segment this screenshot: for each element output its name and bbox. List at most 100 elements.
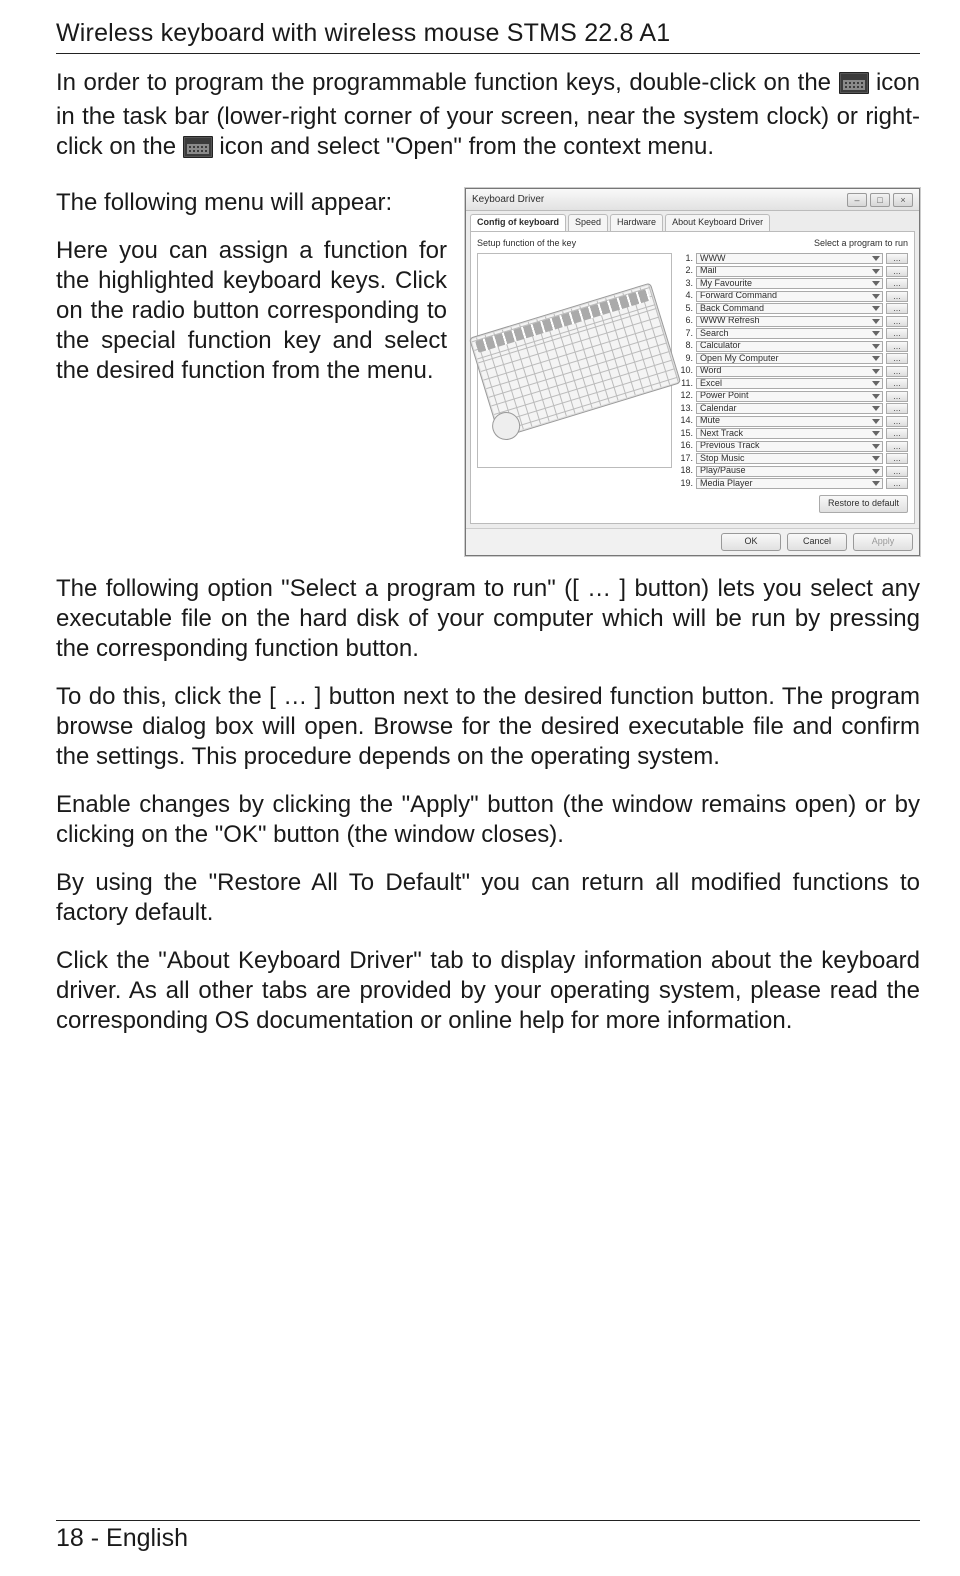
browse-button[interactable]: … — [886, 291, 908, 302]
intro-text-a: In order to program the programmable fun… — [56, 69, 839, 96]
tab-about[interactable]: About Keyboard Driver — [665, 214, 770, 230]
browse-button[interactable]: … — [886, 278, 908, 289]
function-row: 12.Power Point… — [678, 390, 908, 402]
function-row: 15.Next Track… — [678, 428, 908, 440]
browse-button[interactable]: … — [886, 366, 908, 377]
function-select[interactable]: Power Point — [696, 391, 883, 402]
function-select[interactable]: My Favourite — [696, 278, 883, 289]
tab-speed[interactable]: Speed — [568, 214, 608, 230]
function-number: 15. — [678, 428, 693, 439]
function-row: 1.WWW… — [678, 253, 908, 265]
function-number: 4. — [678, 290, 693, 301]
function-select[interactable]: Mute — [696, 416, 883, 427]
browse-button[interactable]: … — [886, 378, 908, 389]
apply-button[interactable]: Apply — [853, 533, 913, 551]
function-select[interactable]: Media Player — [696, 478, 883, 489]
function-number: 12. — [678, 390, 693, 401]
keyboard-illustration — [477, 253, 672, 468]
function-select[interactable]: Word — [696, 366, 883, 377]
browse-button[interactable]: … — [886, 303, 908, 314]
function-row: 19.Media Player… — [678, 478, 908, 490]
intro-text-c: icon and select "Open" from the context … — [219, 133, 714, 160]
browse-button[interactable]: … — [886, 341, 908, 352]
function-select[interactable]: Stop Music — [696, 453, 883, 464]
tab-hardware[interactable]: Hardware — [610, 214, 663, 230]
page-footer: 18 - English — [56, 1523, 920, 1554]
function-number: 19. — [678, 478, 693, 489]
function-select[interactable]: Calculator — [696, 341, 883, 352]
function-select[interactable]: Back Command — [696, 303, 883, 314]
restore-default-button[interactable]: Restore to default — [819, 495, 908, 512]
function-number: 1. — [678, 253, 693, 264]
browse-button[interactable]: … — [886, 316, 908, 327]
function-number: 9. — [678, 353, 693, 364]
function-row: 17.Stop Music… — [678, 453, 908, 465]
top-divider — [56, 53, 920, 54]
function-select[interactable]: Open My Computer — [696, 353, 883, 364]
window-title: Keyboard Driver — [472, 194, 544, 207]
function-row: 8.Calculator… — [678, 340, 908, 352]
minimize-button[interactable]: – — [847, 193, 867, 207]
browse-button[interactable]: … — [886, 353, 908, 364]
function-select[interactable]: Mail — [696, 266, 883, 277]
setup-label: Setup function of the key — [477, 238, 576, 249]
browse-button[interactable]: … — [886, 391, 908, 402]
function-number: 2. — [678, 265, 693, 276]
program-label: Select a program to run — [814, 238, 908, 249]
ok-button[interactable]: OK — [721, 533, 781, 551]
function-select[interactable]: WWW — [696, 253, 883, 264]
keyboard-tray-icon — [839, 72, 869, 102]
browse-button[interactable]: … — [886, 453, 908, 464]
tab-config[interactable]: Config of keyboard — [470, 214, 566, 230]
keyboard-driver-window: Keyboard Driver – □ × Config of keyboard… — [465, 188, 920, 555]
function-row: 3.My Favourite… — [678, 278, 908, 290]
menu-appear-text: The following menu will appear: — [56, 188, 447, 218]
browse-dialog-paragraph: To do this, click the [ … ] button next … — [56, 682, 920, 772]
browse-button[interactable]: … — [886, 478, 908, 489]
function-select[interactable]: Search — [696, 328, 883, 339]
browse-button[interactable]: … — [886, 403, 908, 414]
assign-function-text: Here you can assign a function for the h… — [56, 236, 447, 386]
browse-button[interactable]: … — [886, 466, 908, 477]
function-list: 1.WWW…2.Mail…3.My Favourite…4.Forward Co… — [678, 253, 908, 490]
function-number: 7. — [678, 328, 693, 339]
function-select[interactable]: Forward Command — [696, 291, 883, 302]
function-row: 2.Mail… — [678, 265, 908, 277]
window-titlebar: Keyboard Driver – □ × — [466, 189, 919, 211]
browse-button[interactable]: … — [886, 328, 908, 339]
function-select[interactable]: WWW Refresh — [696, 316, 883, 327]
browse-button[interactable]: … — [886, 441, 908, 452]
cancel-button[interactable]: Cancel — [787, 533, 847, 551]
browse-button[interactable]: … — [886, 266, 908, 277]
function-row: 18.Play/Pause… — [678, 465, 908, 477]
apply-ok-paragraph: Enable changes by clicking the "Apply" b… — [56, 790, 920, 850]
tab-strip: Config of keyboard Speed Hardware About … — [466, 211, 919, 230]
bottom-divider — [56, 1520, 920, 1521]
function-row: 10.Word… — [678, 365, 908, 377]
function-number: 18. — [678, 465, 693, 476]
function-row: 13.Calendar… — [678, 403, 908, 415]
function-row: 5.Back Command… — [678, 303, 908, 315]
function-row: 4.Forward Command… — [678, 290, 908, 302]
function-row: 9.Open My Computer… — [678, 353, 908, 365]
function-select[interactable]: Play/Pause — [696, 466, 883, 477]
browse-button[interactable]: … — [886, 416, 908, 427]
browse-button[interactable]: … — [886, 428, 908, 439]
function-row: 7.Search… — [678, 328, 908, 340]
close-button[interactable]: × — [893, 193, 913, 207]
function-select[interactable]: Calendar — [696, 403, 883, 414]
function-select[interactable]: Excel — [696, 378, 883, 389]
browse-button[interactable]: … — [886, 253, 908, 264]
function-number: 10. — [678, 365, 693, 376]
function-row: 14.Mute… — [678, 415, 908, 427]
keyboard-tray-icon — [183, 136, 213, 166]
page-header: Wireless keyboard with wireless mouse ST… — [56, 18, 920, 49]
function-row: 6.WWW Refresh… — [678, 315, 908, 327]
intro-paragraph: In order to program the programmable fun… — [56, 68, 920, 166]
function-select[interactable]: Previous Track — [696, 441, 883, 452]
function-number: 17. — [678, 453, 693, 464]
maximize-button[interactable]: □ — [870, 193, 890, 207]
function-number: 13. — [678, 403, 693, 414]
select-program-paragraph: The following option "Select a program t… — [56, 574, 920, 664]
function-select[interactable]: Next Track — [696, 428, 883, 439]
